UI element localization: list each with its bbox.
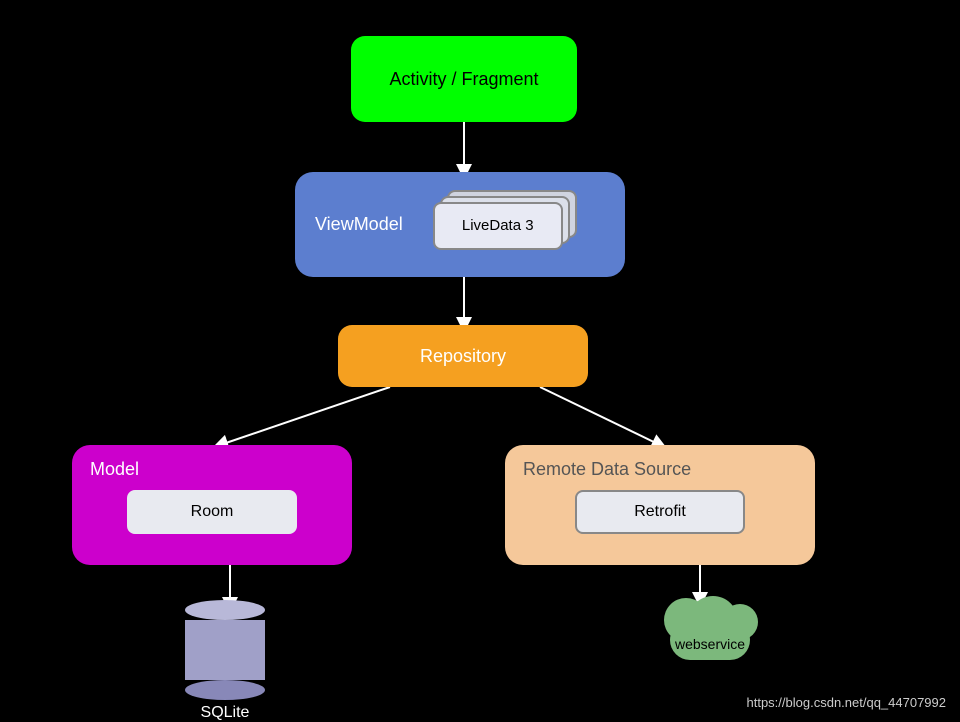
cylinder-body xyxy=(185,620,265,680)
repository-box: Repository xyxy=(338,325,588,387)
architecture-diagram: Activity / Fragment ViewModel LiveData 3… xyxy=(0,0,960,720)
livedata-card-front: LiveData 3 xyxy=(433,202,563,250)
retrofit-label: Retrofit xyxy=(634,503,686,521)
footer-url: https://blog.csdn.net/qq_44707992 xyxy=(747,695,947,710)
url-text: https://blog.csdn.net/qq_44707992 xyxy=(747,695,947,710)
repository-label: Repository xyxy=(420,346,506,367)
viewmodel-box: ViewModel LiveData 3 xyxy=(295,172,625,277)
cloud-icon: webservice xyxy=(650,600,770,660)
cylinder-bottom xyxy=(185,680,265,700)
livedata-stack: LiveData 3 xyxy=(433,190,573,260)
activity-fragment-label: Activity / Fragment xyxy=(389,69,538,90)
cloud-bump3 xyxy=(722,604,758,640)
remote-data-source-box: Remote Data Source Retrofit xyxy=(505,445,815,565)
retrofit-card: Retrofit xyxy=(575,490,745,534)
room-label: Room xyxy=(191,503,234,521)
model-box: Model Room xyxy=(72,445,352,565)
cylinder-top xyxy=(185,600,265,620)
model-label: Model xyxy=(90,459,139,480)
livedata-label: LiveData 3 xyxy=(462,217,534,234)
webservice-container: webservice xyxy=(650,600,770,660)
webservice-label: webservice xyxy=(650,636,770,652)
sqlite-label: SQLite xyxy=(201,704,250,722)
room-card: Room xyxy=(127,490,297,534)
sqlite-container: SQLite xyxy=(185,600,265,722)
activity-fragment-box: Activity / Fragment xyxy=(351,36,577,122)
remote-label: Remote Data Source xyxy=(523,459,691,480)
viewmodel-label: ViewModel xyxy=(315,214,403,235)
